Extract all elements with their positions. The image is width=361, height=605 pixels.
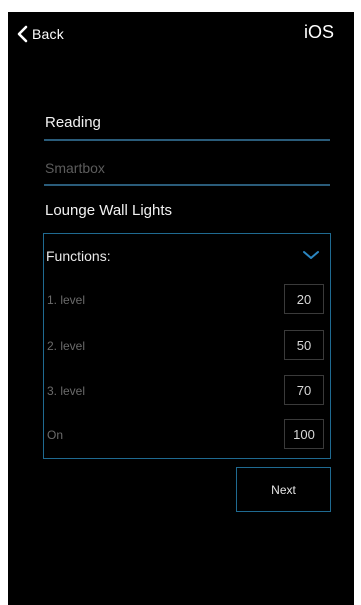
function-value-input[interactable]: 100 xyxy=(284,419,324,449)
chevron-left-icon xyxy=(16,25,28,43)
function-value-input[interactable]: 20 xyxy=(284,284,324,314)
function-label: 2. level xyxy=(47,339,86,353)
chevron-down-icon xyxy=(302,249,320,261)
location-value: Reading xyxy=(45,114,101,131)
function-label: 3. level xyxy=(47,384,86,398)
functions-header: Functions: xyxy=(46,248,111,264)
functions-toggle[interactable] xyxy=(302,249,320,261)
location-field[interactable]: Reading xyxy=(44,107,330,141)
device-name: Lounge Wall Lights xyxy=(45,202,173,219)
function-label: On xyxy=(47,428,64,442)
hub-field[interactable]: Smartbox xyxy=(44,152,330,186)
next-button[interactable]: Next xyxy=(236,467,331,512)
function-value-input[interactable]: 50 xyxy=(284,330,324,360)
back-label: Back xyxy=(32,26,64,42)
hub-placeholder: Smartbox xyxy=(45,160,105,176)
function-label: 1. level xyxy=(47,293,86,307)
function-row-level-2: 2. level 50 xyxy=(44,330,330,362)
function-row-level-3: 3. level 70 xyxy=(44,375,330,407)
functions-panel: Functions: 1. level 20 2. level 50 3. le… xyxy=(43,233,331,459)
platform-label: iOS xyxy=(303,22,334,42)
function-value-input[interactable]: 70 xyxy=(284,375,324,405)
app-screen: Back iOS Reading Smartbox Lounge Wall Li… xyxy=(8,12,354,605)
function-row-level-1: 1. level 20 xyxy=(44,284,330,316)
back-button[interactable]: Back xyxy=(16,22,64,46)
function-row-on: On 100 xyxy=(44,419,330,451)
